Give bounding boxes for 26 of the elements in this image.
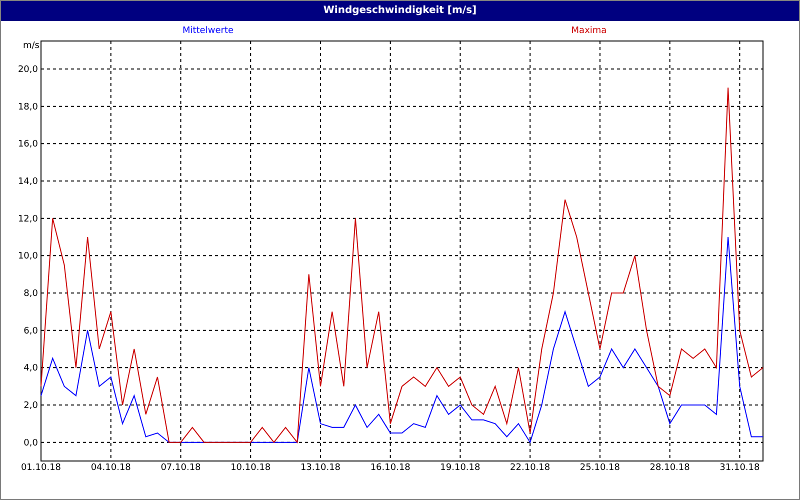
x-tick-label: 28.10.18 bbox=[650, 463, 690, 473]
window-title: Windgeschwindigkeit [m/s] bbox=[1, 1, 799, 21]
x-tick-label: 22.10.18 bbox=[510, 463, 550, 473]
x-tick-label: 01.10.18 bbox=[20, 463, 62, 473]
x-tick-label: 04.10.18 bbox=[90, 463, 131, 473]
legend-label: Mittelwerte bbox=[182, 26, 234, 36]
x-tick-label: 13.10.18 bbox=[300, 463, 341, 473]
y-tick-label: 8,0 bbox=[24, 289, 38, 299]
legend-label: Maxima bbox=[571, 26, 607, 36]
y-tick-label: 16,0 bbox=[18, 140, 38, 150]
y-tick-label: 18,0 bbox=[18, 102, 38, 112]
x-tick-label: 31.10.18 bbox=[720, 463, 760, 473]
y-tick-label: 6,0 bbox=[24, 326, 38, 336]
x-tick-label: 25.10.18 bbox=[580, 463, 620, 473]
y-tick-label: 12,0 bbox=[18, 214, 38, 224]
y-tick-label: 0,0 bbox=[24, 438, 38, 448]
y-tick-label: 14,0 bbox=[18, 177, 38, 187]
x-tick-label: 10.10.18 bbox=[230, 463, 271, 473]
x-tick-label: 19.10.18 bbox=[440, 463, 480, 473]
y-axis-label: m/s bbox=[23, 41, 40, 51]
y-tick-label: 20,0 bbox=[18, 65, 38, 75]
y-tick-label: 10,0 bbox=[18, 252, 38, 262]
x-tick-label: 07.10.18 bbox=[160, 463, 201, 473]
x-tick-label: 16.10.18 bbox=[370, 463, 410, 473]
y-tick-label: 2,0 bbox=[24, 401, 38, 411]
y-tick-label: 4,0 bbox=[24, 364, 38, 374]
